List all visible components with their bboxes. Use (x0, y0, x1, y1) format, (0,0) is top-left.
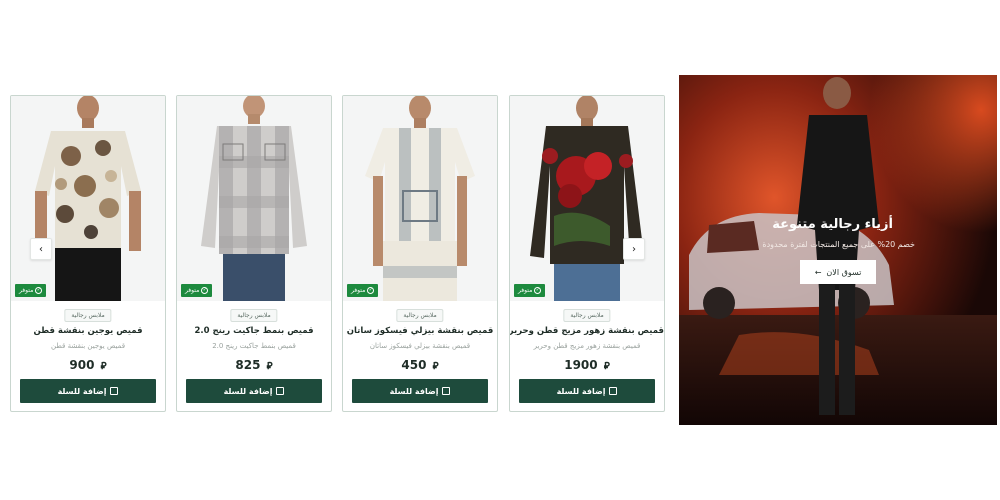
chevron-left-icon: ‹ (39, 243, 43, 255)
price-value: 450 (401, 358, 427, 372)
add-to-cart-label: إضافة للسلة (389, 386, 439, 396)
currency-symbol: ⃁ (100, 361, 107, 372)
currency-symbol: ⃁ (432, 361, 439, 372)
product-title[interactable]: قميص بنقشة بيزلي فيسكوز ساتان (343, 326, 497, 336)
check-circle-icon: ✓ (35, 287, 43, 294)
availability-label: متوفر (351, 287, 366, 294)
product-image[interactable] (11, 96, 165, 301)
promo-title: أزياء رجالية متنوعة (772, 217, 893, 232)
availability-label: متوفر (19, 287, 34, 294)
shop-now-button[interactable]: تسوق الان ← (800, 260, 876, 284)
check-circle-icon: ✓ (201, 287, 209, 294)
product-card[interactable]: ✓ متوفر ‹ ملابس رجالية قميص يوجين بنقشة … (10, 95, 166, 412)
category-tag: ملابس رجالية (230, 309, 278, 322)
shopping-bag-icon (442, 387, 451, 395)
promo-banner[interactable]: أزياء رجالية متنوعة خصم 20% على جميع الم… (679, 75, 997, 425)
add-to-cart-label: إضافة للسلة (223, 386, 273, 396)
product-title[interactable]: قميص بنقشة زهور مزيج قطن وحرير (510, 326, 664, 336)
currency-symbol: ⃁ (266, 361, 273, 372)
product-image[interactable] (343, 96, 497, 301)
add-to-cart-button[interactable]: إضافة للسلة (20, 379, 156, 403)
product-subtitle: قميص بنقشة بيزلي فيسكوز ساتان (369, 342, 471, 350)
product-image[interactable] (510, 96, 664, 301)
category-tag: ملابس رجالية (64, 309, 112, 322)
product-subtitle: قميص بنمط جاكيت رينج 2.0 (212, 342, 296, 350)
product-subtitle: قميص بنقشة زهور مزيج قطن وحرير (533, 342, 641, 350)
product-image[interactable] (177, 96, 331, 301)
shopping-bag-icon (110, 387, 119, 395)
product-price: 900 ⃁ (11, 358, 165, 372)
price-value: 1900 (564, 358, 598, 372)
product-price: 450 ⃁ (343, 358, 497, 372)
availability-badge: ✓ متوفر (514, 284, 546, 297)
shop-now-label: تسوق الان (826, 267, 862, 277)
shopping-bag-icon (276, 387, 285, 395)
carousel-prev-button[interactable]: ‹ (30, 238, 52, 260)
shopping-bag-icon (609, 387, 618, 395)
availability-badge: ✓ متوفر (181, 284, 213, 297)
product-card[interactable]: ✓ متوفر ملابس رجالية قميص بنقشة بيزلي في… (342, 95, 498, 412)
product-title[interactable]: قميص يوجين بنقشة قطن (11, 326, 165, 336)
availability-label: متوفر (185, 287, 200, 294)
product-price: 1900 ⃁ (510, 358, 664, 372)
promo-subtitle: خصم 20% على جميع المنتجات لفترة محدودة (762, 240, 915, 249)
price-value: 900 (69, 358, 95, 372)
promo-banner-image (679, 75, 997, 425)
currency-symbol: ⃁ (603, 361, 610, 372)
category-tag: ملابس رجالية (563, 309, 611, 322)
add-to-cart-button[interactable]: إضافة للسلة (519, 379, 655, 403)
product-title[interactable]: قميص بنمط جاكيت رينج 2.0 (177, 326, 331, 336)
add-to-cart-label: إضافة للسلة (57, 386, 107, 396)
check-circle-icon: ✓ (367, 287, 375, 294)
availability-badge: ✓ متوفر (347, 284, 379, 297)
add-to-cart-label: إضافة للسلة (556, 386, 606, 396)
carousel-next-button[interactable]: › (623, 238, 645, 260)
product-subtitle: قميص يوجين بنقشة قطن (50, 342, 126, 350)
add-to-cart-button[interactable]: إضافة للسلة (352, 379, 488, 403)
product-price: 825 ⃁ (177, 358, 331, 372)
add-to-cart-button[interactable]: إضافة للسلة (186, 379, 322, 403)
arrow-left-icon: ← (814, 267, 822, 277)
price-value: 825 (235, 358, 261, 372)
check-circle-icon: ✓ (534, 287, 542, 294)
availability-label: متوفر (518, 287, 533, 294)
product-card[interactable]: ✓ متوفر ملابس رجالية قميص بنمط جاكيت رين… (176, 95, 332, 412)
chevron-right-icon: › (632, 243, 636, 255)
category-tag: ملابس رجالية (396, 309, 444, 322)
product-card[interactable]: ✓ متوفر › ملابس رجالية قميص بنقشة زهور م… (509, 95, 665, 412)
availability-badge: ✓ متوفر (15, 284, 47, 297)
